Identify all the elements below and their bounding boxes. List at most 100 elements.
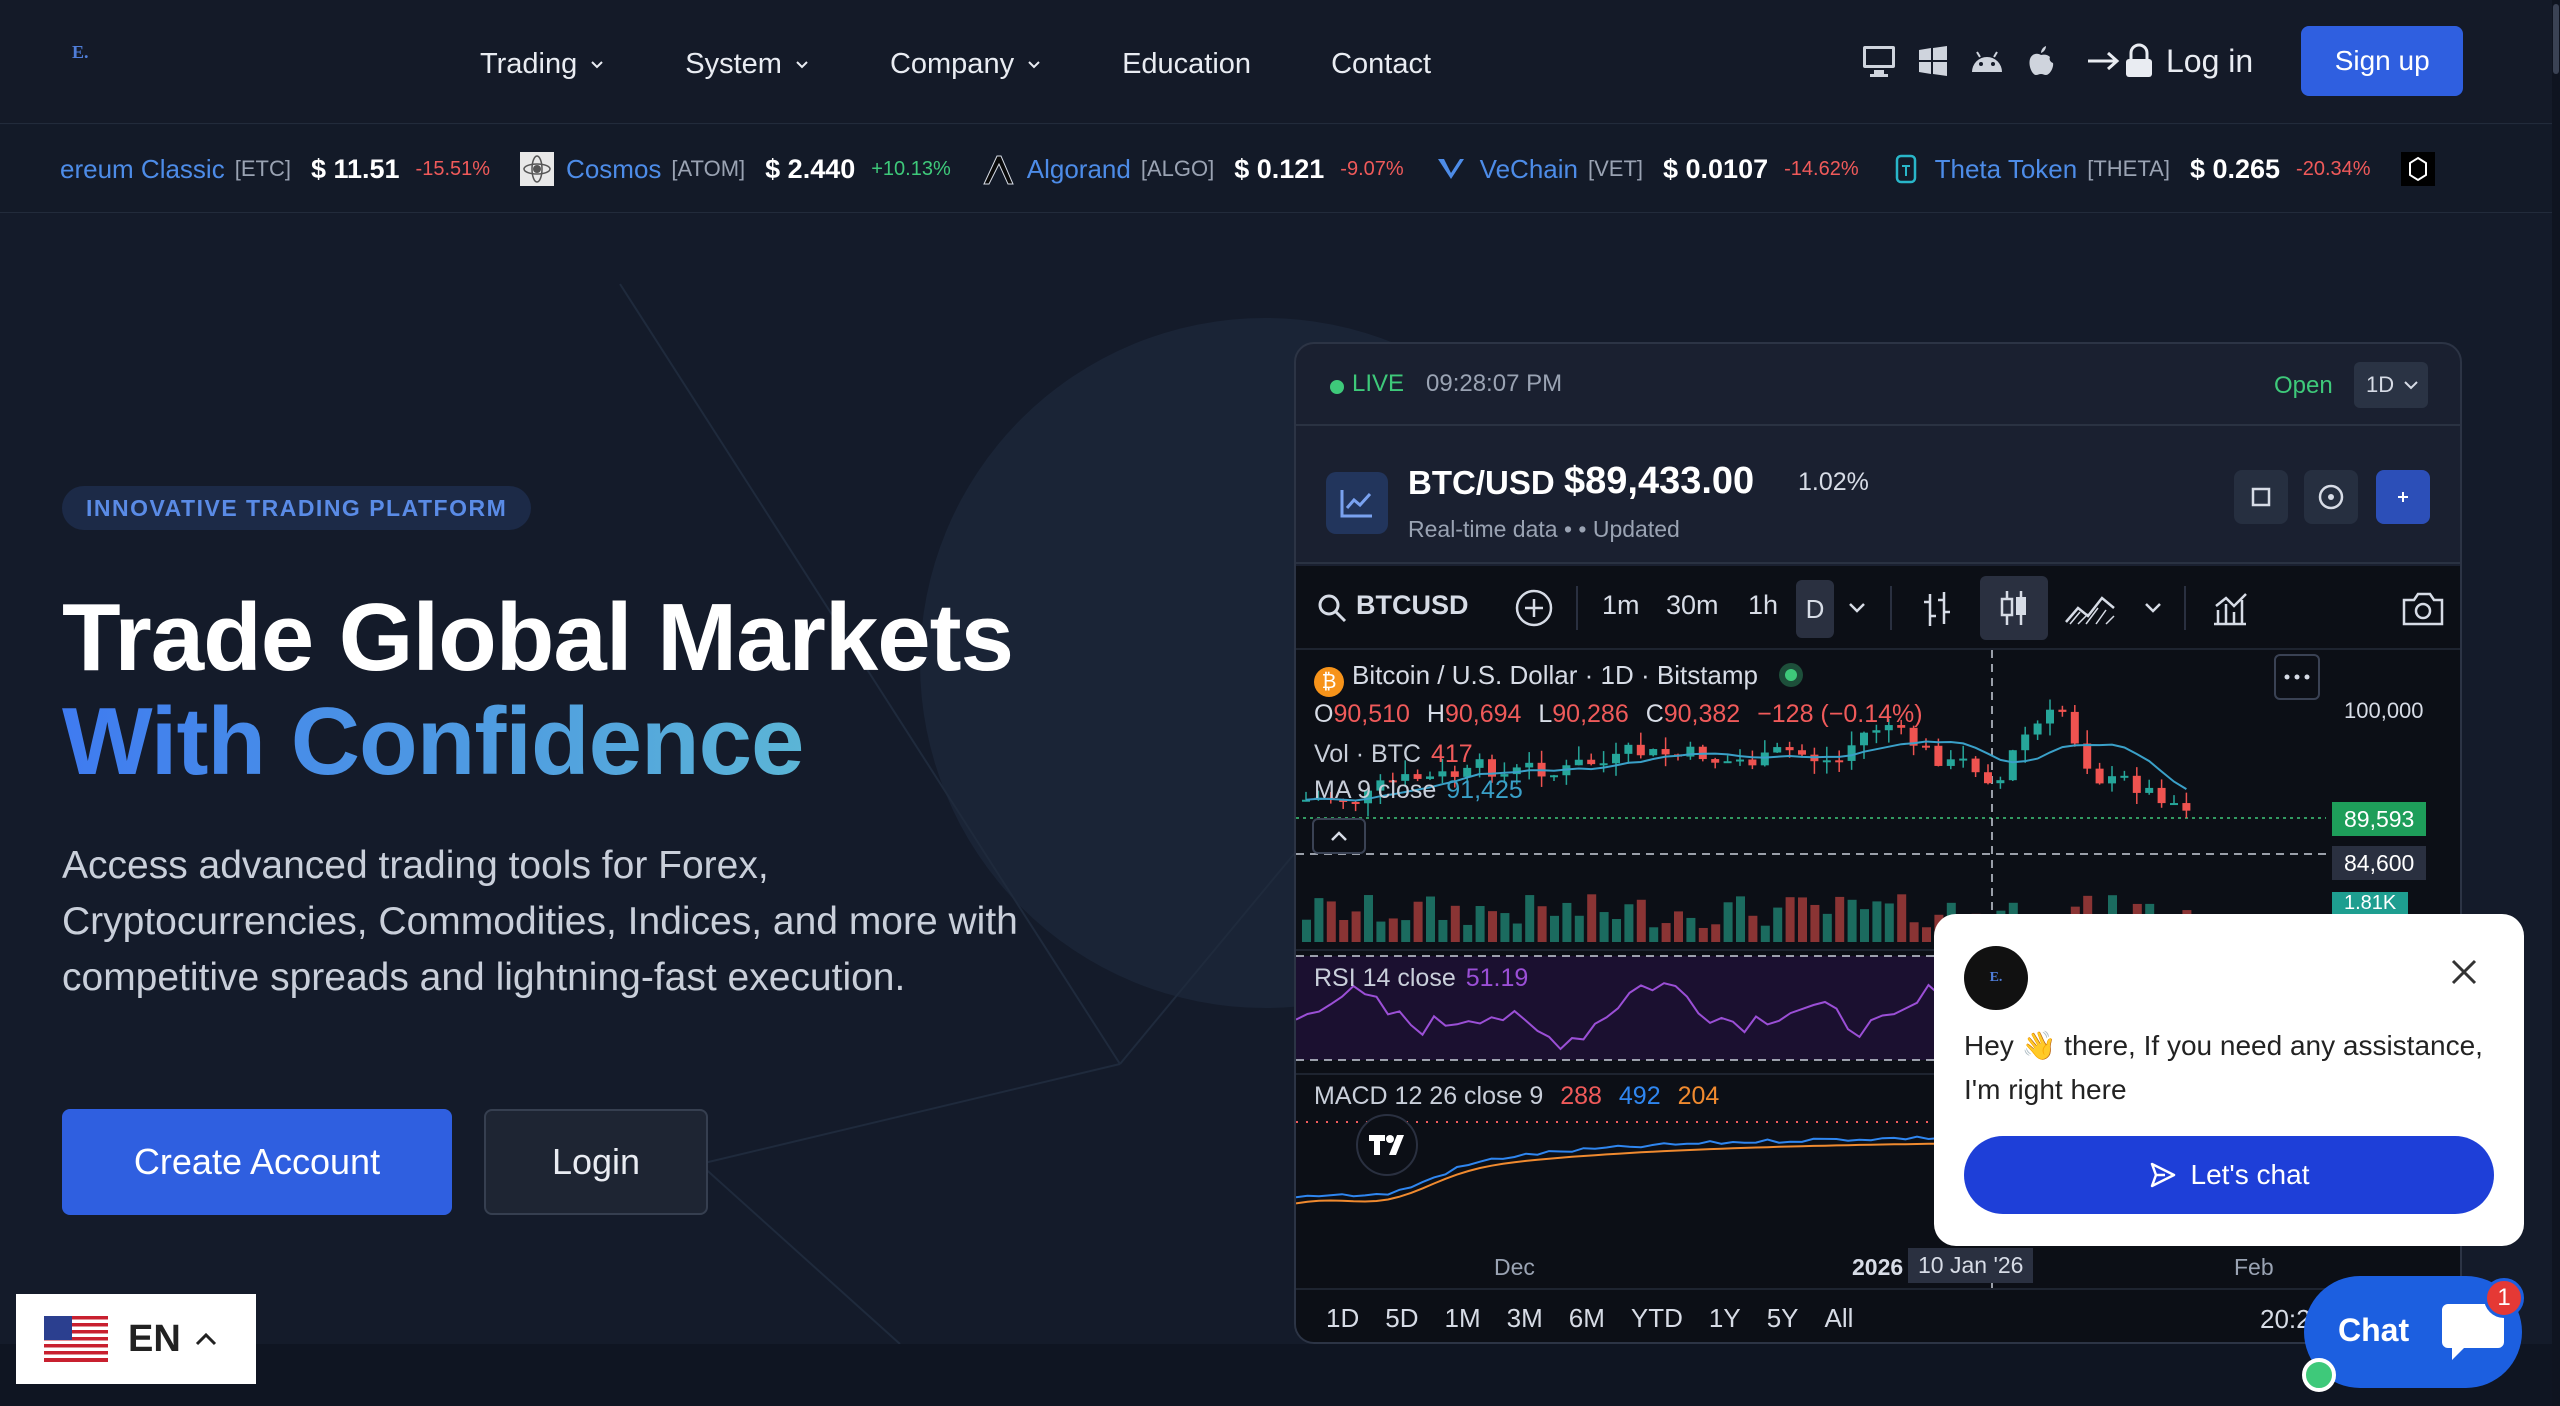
- volume-bar: [1401, 920, 1411, 942]
- volume-bar: [1475, 906, 1485, 942]
- target-button[interactable]: [2304, 470, 2358, 524]
- tradingview-logo-icon[interactable]: [1356, 1114, 1418, 1176]
- volume-bar: [1463, 924, 1473, 942]
- create-account-button[interactable]: Create Account: [62, 1109, 452, 1215]
- volume-bar: [1302, 919, 1311, 942]
- close-icon: [2451, 959, 2477, 985]
- page-scrollbar[interactable]: [2552, 0, 2560, 1406]
- nav-item-label: Company: [889, 47, 1015, 80]
- login-button[interactable]: Login: [484, 1109, 708, 1215]
- ohlc-high: 90,694: [1444, 700, 1522, 728]
- volume-bar: [1760, 925, 1770, 942]
- login-link[interactable]: Log in: [2086, 43, 2253, 80]
- ticker-symbol: [ALGO]: [1140, 156, 1215, 181]
- time-axis-label: Dec: [1494, 1254, 1535, 1280]
- range-all[interactable]: All: [1825, 1303, 1854, 1334]
- rsi-value: 51.19: [1465, 964, 1529, 992]
- ticker-change: -9.07%: [1340, 157, 1404, 180]
- area-chart-type-icon[interactable]: [2064, 590, 2116, 626]
- hero-badge: INNOVATIVE TRADING PLATFORM: [62, 486, 532, 530]
- nav-item-education[interactable]: Education: [1122, 44, 1251, 84]
- timeframe-value: 1D: [2366, 372, 2395, 397]
- range-5d[interactable]: 5D: [1385, 1303, 1418, 1334]
- interval-1m[interactable]: 1m: [1602, 590, 1640, 621]
- candle-body: [2120, 775, 2129, 778]
- candle-body: [1773, 747, 1782, 753]
- nav-item-system[interactable]: System: [685, 44, 810, 84]
- android-icon[interactable]: [1968, 42, 2006, 80]
- volume-bar: [1550, 915, 1559, 942]
- indicators-icon[interactable]: [2210, 588, 2250, 628]
- nav-item-company[interactable]: Company: [890, 44, 1042, 84]
- ticker-item[interactable]: [2400, 152, 2447, 186]
- compare-plus-icon[interactable]: [1514, 588, 1554, 628]
- candle-body: [1971, 758, 1980, 773]
- ohlc-open: 90,510: [1333, 700, 1410, 728]
- lets-chat-label: Let's chat: [2190, 1159, 2310, 1190]
- more-options-button[interactable]: [2274, 654, 2320, 700]
- brand-logo[interactable]: E.: [72, 42, 89, 63]
- ticker-symbol: [THETA]: [2087, 156, 2170, 181]
- scrollbar-thumb[interactable]: [2553, 4, 2559, 74]
- add-button[interactable]: [2376, 470, 2430, 524]
- chart-symbol[interactable]: BTCUSD: [1356, 590, 1469, 621]
- signup-button[interactable]: Sign up: [2301, 26, 2464, 96]
- ticker-track: ereum Classic [ETC] $ 11.51 -15.51% Cosm…: [60, 125, 2477, 212]
- apple-icon[interactable]: [2022, 42, 2060, 80]
- volume-bar: [1860, 909, 1869, 942]
- volume-bar: [1785, 897, 1795, 942]
- interval-30m[interactable]: 30m: [1666, 590, 1719, 621]
- search-icon[interactable]: [1316, 592, 1348, 624]
- interval-1h[interactable]: 1h: [1748, 590, 1778, 621]
- pair-name: BTC/USD: [1408, 464, 1555, 501]
- candle-chart-type-button[interactable]: [1980, 576, 2048, 640]
- chevron-down-icon[interactable]: [2144, 602, 2162, 614]
- volume-bar: [1562, 902, 1572, 942]
- bar-chart-type-icon[interactable]: [1920, 590, 1954, 628]
- candle-body: [1959, 758, 1968, 761]
- ohlc-close: 90,382: [1663, 700, 1741, 728]
- macd-signal-value: 204: [1677, 1082, 1720, 1110]
- interval-d[interactable]: D: [1796, 580, 1834, 638]
- chat-close-button[interactable]: [2444, 952, 2484, 992]
- language-selector[interactable]: EN: [16, 1294, 256, 1384]
- candle-body: [1860, 732, 1868, 746]
- ticker-item[interactable]: Theta Token [THETA] $ 0.265 -20.34%: [1889, 152, 2371, 186]
- ticker-item[interactable]: ereum Classic [ETC] $ 11.51 -15.51%: [60, 154, 490, 185]
- ticker-symbol: [VET]: [1587, 156, 1643, 181]
- candle-body: [2033, 723, 2042, 735]
- timeframe-select[interactable]: 1D: [2354, 362, 2428, 408]
- range-1y[interactable]: 1Y: [1709, 1303, 1741, 1334]
- chevron-down-icon[interactable]: [1848, 602, 1866, 614]
- bitcoin-icon: ₿: [1314, 667, 1344, 697]
- ticker-item[interactable]: VeChain [VET] $ 0.0107 -14.62%: [1434, 152, 1859, 186]
- widget-status-bar: LIVE 09:28:07 PM Open 1D: [1296, 344, 2460, 426]
- ticker-change: -14.62%: [1784, 157, 1859, 180]
- top-nav: E. Trading System Company Education Cont…: [0, 0, 2552, 124]
- range-1m[interactable]: 1M: [1445, 1303, 1481, 1334]
- nav-item-contact[interactable]: Contact: [1331, 44, 1431, 84]
- candle-body: [1711, 759, 1720, 763]
- nav-item-label: System: [685, 47, 782, 80]
- range-3m[interactable]: 3M: [1507, 1303, 1543, 1334]
- volume-bar: [1922, 927, 1931, 942]
- camera-icon[interactable]: [2400, 588, 2446, 628]
- fullscreen-button[interactable]: [2234, 470, 2288, 524]
- candle-body: [1649, 749, 1658, 756]
- range-1d[interactable]: 1D: [1326, 1303, 1359, 1334]
- ticker-item[interactable]: Cosmos [ATOM] $ 2.440 +10.13%: [520, 152, 951, 186]
- desktop-icon[interactable]: [1860, 42, 1898, 80]
- windows-icon[interactable]: [1914, 42, 1952, 80]
- collapse-legend-button[interactable]: [1312, 818, 1366, 854]
- range-ytd[interactable]: YTD: [1631, 1303, 1683, 1334]
- range-5y[interactable]: 5Y: [1767, 1303, 1799, 1334]
- volume-bar: [1388, 918, 1398, 942]
- range-6m[interactable]: 6M: [1569, 1303, 1605, 1334]
- ticker-item[interactable]: Algorand [ALGO] $ 0.121 -9.07%: [981, 152, 1404, 186]
- ma-label: MA 9 close: [1314, 776, 1437, 804]
- nav-item-trading[interactable]: Trading: [480, 44, 605, 84]
- ticker-price: $ 2.440: [765, 153, 856, 184]
- volume-bar: [1897, 894, 1907, 942]
- lets-chat-button[interactable]: Let's chat: [1964, 1136, 2494, 1214]
- volume-bar: [1450, 905, 1460, 942]
